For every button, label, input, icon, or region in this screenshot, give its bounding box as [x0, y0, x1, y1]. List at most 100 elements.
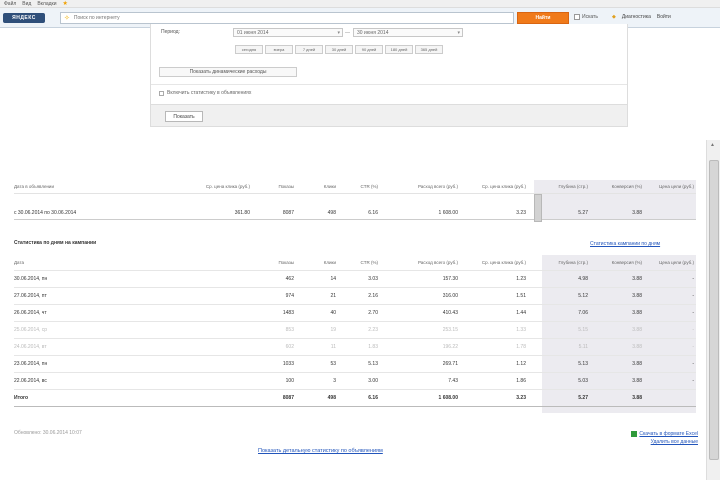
scroll-thumb[interactable] [709, 160, 719, 460]
cell: 3.88 [632, 327, 642, 333]
checkbox-label: Искать [582, 14, 598, 20]
cell: 1 608.00 [438, 210, 458, 216]
cell: 19 [330, 327, 336, 333]
search-checkbox[interactable]: Искать [574, 14, 598, 20]
detailed-stats-link[interactable]: Показать детальную статистику по объявле… [258, 448, 383, 454]
cell: 1.83 [368, 344, 378, 350]
cell: 3.88 [632, 210, 642, 216]
table-header: Дата в объявлении Ср. цена клика (руб.) … [14, 180, 696, 194]
star-icon[interactable]: ★ [63, 0, 68, 7]
menu-item[interactable]: Вид [22, 1, 31, 7]
column-header: CTR (%) [360, 184, 379, 189]
menu-item[interactable]: Файл [4, 1, 16, 7]
checkbox-icon[interactable] [574, 14, 580, 20]
checkbox-icon[interactable] [159, 90, 164, 96]
cell: 100 [285, 378, 294, 384]
cell: 498 [327, 395, 336, 401]
preset-button[interactable]: сегодня [235, 45, 263, 54]
column-header: Конверсия (%) [611, 184, 642, 189]
cell: 1.23 [516, 276, 526, 282]
cell: 3.88 [632, 361, 642, 367]
cell: 3.03 [368, 276, 378, 282]
section-title: Статистика по дням на кампании [14, 240, 97, 246]
daily-stats-link[interactable]: Статистика кампании по дням [590, 241, 660, 247]
period-label: Период: [161, 29, 180, 35]
cell: 1483 [282, 310, 294, 316]
cell: 3.88 [632, 395, 642, 401]
cell: 2.16 [368, 293, 378, 299]
table-row: 30.06.2014, пн 462 14 3.03 157.30 1.23 4.98 3.8… [14, 271, 696, 288]
date-cell: 26.06.2014, чт [14, 310, 47, 316]
logo-button[interactable]: ЯНДЕКС [3, 13, 45, 23]
column-header: Дата [14, 260, 24, 265]
column-header: Глубина (стр.) [558, 260, 588, 265]
preset-button[interactable]: 30 дней [325, 45, 353, 54]
preset-button[interactable]: 7 дней [295, 45, 323, 54]
column-header: Ср. цена клика (руб.) [481, 260, 526, 265]
cell: - [692, 344, 694, 350]
cell: 3.88 [632, 344, 642, 350]
table-row: 23.06.2014, пн 1033 53 5.13 269.71 1.12 5.13 3.… [14, 356, 696, 373]
dynamics-button[interactable]: Показать динамические расходы [159, 67, 297, 77]
preset-buttons: сегодня вчера 7 дней 30 дней 90 дней 180… [235, 45, 443, 54]
toolbar-link[interactable]: Войти [657, 14, 671, 20]
cell: 8087 [282, 210, 294, 216]
cell: - [692, 361, 694, 367]
excel-export-link[interactable]: Скачать в формате Excel [602, 430, 698, 438]
cell: 974 [285, 293, 294, 299]
cell: 462 [285, 276, 294, 282]
cell: 1.44 [516, 310, 526, 316]
cell: 5.27 [578, 210, 588, 216]
cell: 5.27 [578, 395, 588, 401]
apply-button[interactable]: Показать [165, 111, 203, 122]
search-input[interactable] [73, 15, 494, 21]
column-header: Ср. цена клика (руб.) [205, 184, 250, 189]
cell: 2.70 [368, 310, 378, 316]
date-cell: 22.06.2014, вс [14, 378, 47, 384]
ad-stats-checkbox[interactable]: Включить статистику в объявлениях [159, 90, 251, 96]
search-button[interactable]: Найти [517, 12, 569, 24]
cell: 3.23 [516, 210, 526, 216]
cell: 498 [327, 210, 336, 216]
date-separator: — [345, 30, 350, 36]
cell: 1.33 [516, 327, 526, 333]
cell: 1.86 [516, 378, 526, 384]
cell: 21 [330, 293, 336, 299]
preset-button[interactable]: 365 дней [415, 45, 443, 54]
search-field[interactable]: ✧ [60, 12, 514, 24]
cell: 410.43 [442, 310, 458, 316]
preset-button[interactable]: 180 дней [385, 45, 413, 54]
summary-table: Дата в объявлении Ср. цена клика (руб.) … [14, 180, 696, 222]
column-header: Показы [278, 184, 294, 189]
date-cell: 30.06.2014, пн [14, 276, 48, 282]
scroll-up-icon[interactable]: ▲ [710, 142, 715, 148]
menu-item[interactable]: Вкладки [37, 1, 56, 7]
cell: 53 [330, 361, 336, 367]
cell: 1 608.00 [438, 395, 458, 401]
cell: 6.16 [368, 210, 378, 216]
cell: 1.12 [516, 361, 526, 367]
cell: 11 [330, 344, 336, 350]
date-cell: Итого [14, 395, 29, 401]
column-header: Расход всего (руб.) [417, 260, 458, 265]
table-row: 24.06.2014, вт 602 11 1.83 196.22 1.78 5.11 3.8… [14, 339, 696, 356]
date-from-select[interactable]: 01 июня 2014 ▾ [233, 28, 343, 37]
delete-data-link[interactable]: Удалить все данные [602, 438, 698, 446]
cell: - [692, 378, 694, 384]
cell: 5.13 [368, 361, 378, 367]
export-links: Скачать в формате Excel Удалить все данн… [602, 430, 698, 446]
table-row: 27.06.2014, пт 974 21 2.16 316.00 1.51 5.12 3.8… [14, 288, 696, 305]
preset-button[interactable]: 90 дней [355, 45, 383, 54]
column-header: Клики [323, 260, 336, 265]
toolbar-link[interactable]: Диагностика [622, 14, 651, 20]
column-header: Цена цели (руб.) [659, 184, 694, 189]
table-scrollbar[interactable] [534, 194, 542, 222]
date-to-select[interactable]: 30 июня 2014 ▾ [353, 28, 463, 37]
column-header: Цена цели (руб.) [659, 260, 694, 265]
cell: - [692, 310, 694, 316]
cell: 5.15 [578, 327, 588, 333]
cell: - [692, 327, 694, 333]
checkbox-label: Включить статистику в объявлениях [167, 90, 252, 96]
preset-button[interactable]: вчера [265, 45, 293, 54]
page-scrollbar[interactable]: ▲ [706, 140, 720, 480]
